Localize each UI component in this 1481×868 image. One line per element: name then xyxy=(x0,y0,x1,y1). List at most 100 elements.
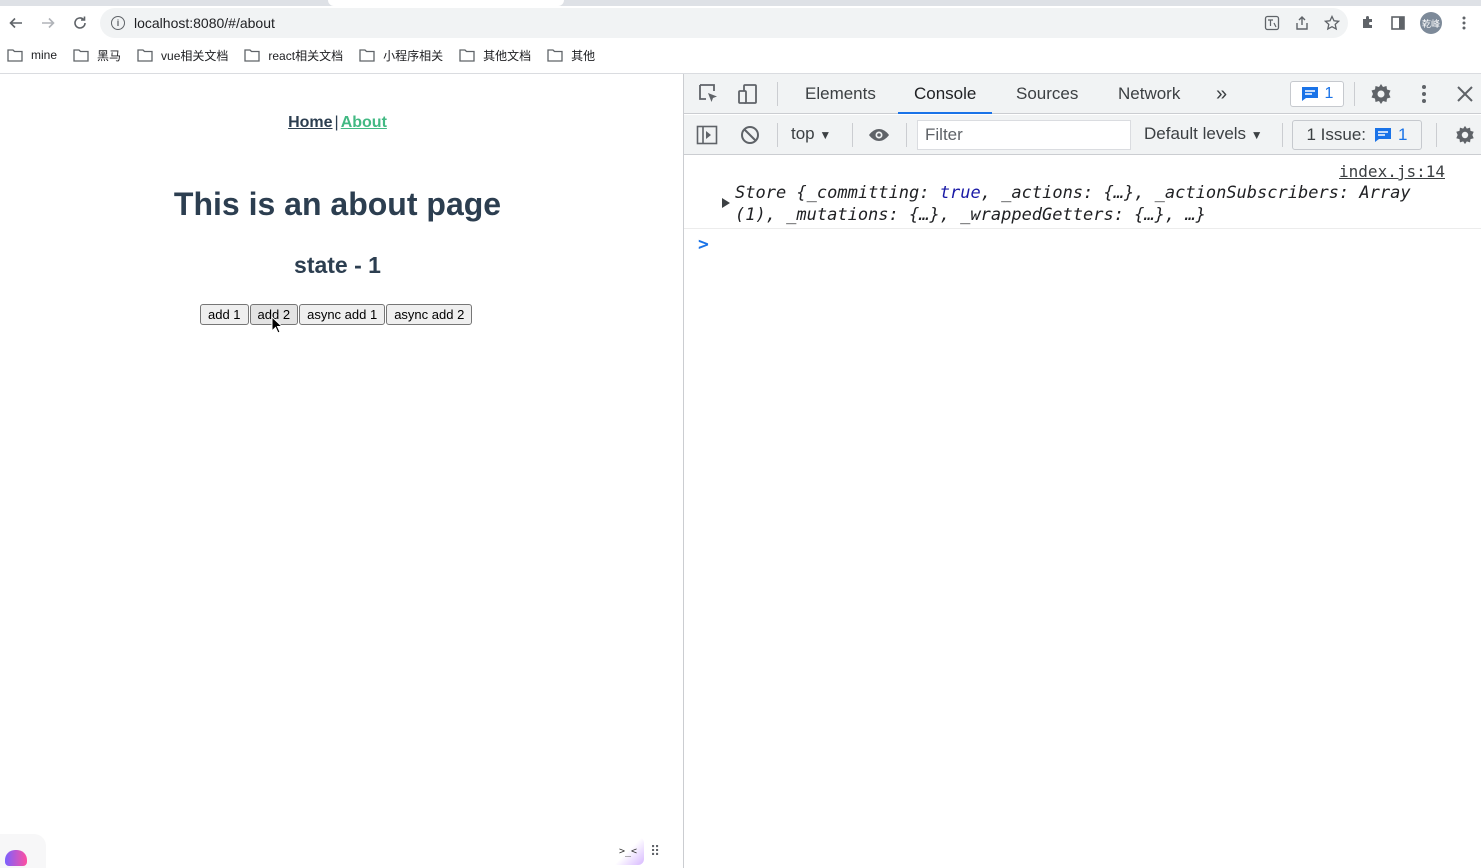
add-1-button[interactable]: add 1 xyxy=(200,304,249,325)
message-icon xyxy=(1375,128,1392,142)
back-button[interactable] xyxy=(0,7,32,39)
nav-link-home[interactable]: Home xyxy=(288,114,332,131)
translate-icon[interactable] xyxy=(1264,15,1280,31)
tab-elements[interactable]: Elements xyxy=(805,74,876,114)
levels-label: Default levels xyxy=(1144,124,1247,143)
toolbar-divider xyxy=(777,123,778,147)
folder-icon xyxy=(137,49,153,62)
bookmark-folder[interactable]: vue相关文档 xyxy=(137,47,228,64)
folder-icon xyxy=(73,49,89,62)
folder-icon xyxy=(244,49,261,62)
extension-badge[interactable] xyxy=(0,834,46,868)
extensions-icon[interactable] xyxy=(1360,15,1376,31)
bookmark-label: 黑马 xyxy=(97,48,122,63)
reload-icon xyxy=(74,16,86,29)
toolbar-divider xyxy=(1436,123,1437,147)
async-add-2-button[interactable]: async add 2 xyxy=(386,304,473,325)
console-prompt[interactable]: > xyxy=(698,234,709,255)
profile-avatar[interactable]: 乾峰 xyxy=(1420,12,1442,34)
address-bar[interactable]: i localhost:8080/#/about xyxy=(100,8,1348,38)
filter-input[interactable]: Filter xyxy=(917,120,1131,150)
url-text[interactable]: localhost:8080/#/about xyxy=(134,15,275,31)
bookmark-folder[interactable]: 其他 xyxy=(547,47,595,64)
toolbar-divider xyxy=(777,82,778,106)
messages-badge[interactable]: 1 xyxy=(1290,81,1344,107)
toolbar-divider xyxy=(1282,123,1283,147)
site-info-icon[interactable]: i xyxy=(111,16,125,30)
bookmark-folder[interactable]: 小程序相关 xyxy=(359,47,443,64)
bookmark-folder[interactable]: mine xyxy=(7,48,57,62)
log-source-link[interactable]: index.js:14 xyxy=(1339,162,1445,181)
tab-sources[interactable]: Sources xyxy=(1016,74,1078,114)
action-buttons: add 1 add 2 async add 1 async add 2 xyxy=(200,304,473,325)
tab-network[interactable]: Network xyxy=(1118,74,1180,114)
bookmark-label: 其他 xyxy=(571,48,596,63)
console-toolbar: top ▼ Filter Default levels ▼ 1 Issue: 1 xyxy=(684,115,1481,155)
inspect-element-icon[interactable] xyxy=(697,82,721,106)
bookmark-folder[interactable]: react相关文档 xyxy=(244,47,343,64)
tab-console[interactable]: Console xyxy=(898,74,993,114)
context-value: top xyxy=(791,124,815,143)
reload-button[interactable] xyxy=(64,7,96,39)
toolbar-divider xyxy=(852,123,853,147)
widget-face[interactable]: >_< xyxy=(612,837,644,865)
settings-gear-icon[interactable] xyxy=(1369,82,1393,106)
arrow-left-icon xyxy=(9,17,22,29)
devtools-panel: Elements Console Sources Network » 1 top… xyxy=(683,74,1481,868)
share-icon[interactable] xyxy=(1294,15,1310,31)
nav-link-about[interactable]: About xyxy=(341,114,387,131)
toolbar-divider xyxy=(1354,82,1355,106)
bookmark-label: 小程序相关 xyxy=(383,48,444,63)
expand-triangle-icon[interactable] xyxy=(722,198,730,208)
bookmark-folder[interactable]: 其他文档 xyxy=(459,47,531,64)
folder-icon xyxy=(359,49,375,62)
message-icon xyxy=(1301,87,1318,101)
kebab-menu-icon[interactable] xyxy=(1456,15,1472,31)
log-key: _committing xyxy=(806,183,920,203)
log-message[interactable]: Store {_committing: true, _actions: {…},… xyxy=(735,182,1465,226)
toolbar-divider xyxy=(906,123,907,147)
folder-icon xyxy=(7,49,23,62)
side-panel-icon[interactable] xyxy=(1390,15,1406,31)
device-toolbar-icon[interactable] xyxy=(736,82,760,106)
more-tabs-button[interactable]: » xyxy=(1216,74,1227,114)
async-add-1-button[interactable]: async add 1 xyxy=(299,304,386,325)
state-display: state - 1 xyxy=(294,252,381,278)
brain-icon xyxy=(5,850,27,866)
log-levels-dropdown[interactable]: Default levels ▼ xyxy=(1144,124,1263,144)
floating-widget[interactable]: >_< ⠿ xyxy=(612,834,680,868)
issues-button[interactable]: 1 Issue: 1 xyxy=(1292,120,1422,150)
devtools-tabbar: Elements Console Sources Network » 1 xyxy=(684,74,1481,114)
close-icon[interactable] xyxy=(1453,82,1477,106)
clear-console-icon[interactable] xyxy=(739,124,761,146)
messages-count: 1 xyxy=(1324,85,1334,102)
bookmark-label: mine xyxy=(31,48,58,62)
router-nav: Home | About xyxy=(0,114,675,132)
drag-handle-icon[interactable]: ⠿ xyxy=(650,844,660,858)
page-viewport: Home | About This is an about page state -… xyxy=(0,74,683,868)
page-title: This is an about page xyxy=(173,186,502,222)
console-settings-gear-icon[interactable] xyxy=(1454,124,1476,146)
console-log-entry[interactable]: index.js:14 Store {_committing: true, _a… xyxy=(684,156,1481,229)
folder-icon xyxy=(459,49,475,62)
bookmark-label: 其他文档 xyxy=(483,48,532,63)
log-text-prefix: Store { xyxy=(735,183,807,203)
dropdown-arrow-icon: ▼ xyxy=(819,128,832,142)
forward-button[interactable] xyxy=(32,7,64,39)
kebab-menu-icon[interactable] xyxy=(1412,82,1436,106)
context-selector[interactable]: top ▼ xyxy=(791,124,831,144)
browser-actions: 乾峰 xyxy=(1360,6,1472,40)
log-text-rest: , _actions: {…}, _actionSubscribers: Arr… xyxy=(980,183,1411,203)
mouse-pointer-icon xyxy=(271,316,283,334)
dropdown-arrow-icon: ▼ xyxy=(1250,128,1263,142)
bookmark-folder[interactable]: 黑马 xyxy=(73,47,121,64)
nav-separator: | xyxy=(334,114,339,131)
folder-icon xyxy=(547,49,563,62)
browser-toolbar: i localhost:8080/#/about xyxy=(0,6,1481,40)
star-icon[interactable] xyxy=(1324,15,1340,31)
live-expression-eye-icon[interactable] xyxy=(868,124,890,146)
bookmark-label: vue相关文档 xyxy=(161,48,229,63)
log-text-line2: (1), _mutations: {…}, _wrappedGetters: {… xyxy=(735,205,1206,225)
arrow-right-icon xyxy=(42,17,55,29)
sidebar-toggle-icon[interactable] xyxy=(696,124,718,146)
